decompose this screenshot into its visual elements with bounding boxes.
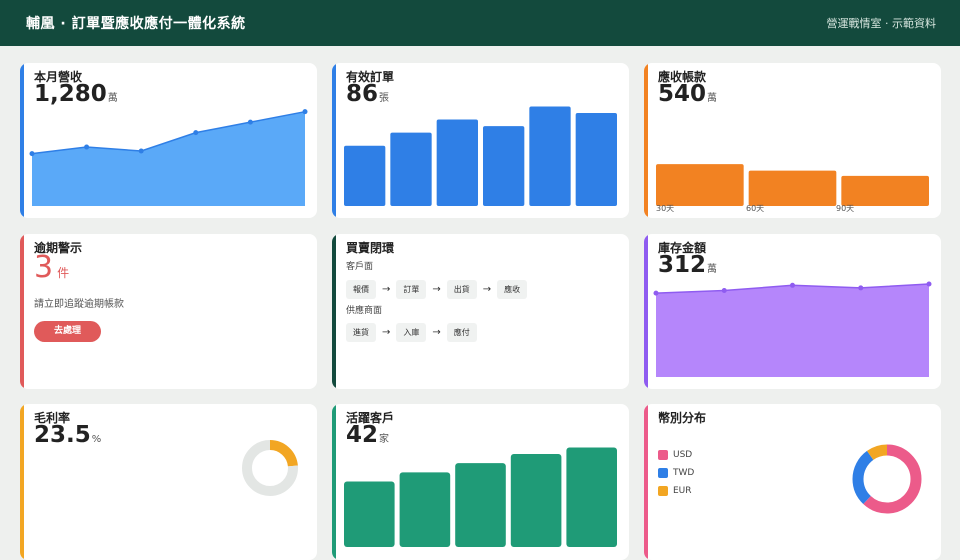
card-accent-bar [20, 234, 24, 389]
flow-step-payable: 應付 [446, 323, 477, 342]
supplier-flow-label: 供應商面 [346, 306, 383, 316]
bar [483, 126, 525, 206]
revenue-card: 本月營收 1,280萬 [20, 63, 317, 218]
card-title: 買賣閉環 [346, 241, 395, 255]
arrow-right-icon: → [432, 284, 441, 295]
flow-step-order: 訂單 [396, 280, 427, 299]
arrow-right-icon: → [382, 284, 391, 295]
bar [455, 463, 506, 547]
area-fill [656, 283, 929, 377]
revenue-trend-chart [29, 109, 308, 206]
currency-donut-chart [852, 444, 922, 514]
bar [436, 119, 478, 206]
orders-bar-chart [344, 106, 617, 206]
inventory-card: 庫存金額 312萬 [644, 234, 941, 389]
bar [510, 453, 562, 547]
data-point [858, 285, 864, 291]
data-point [247, 119, 253, 125]
customers-bar-chart [344, 447, 617, 547]
flow-step-stock-in: 入庫 [396, 323, 427, 342]
flow-step-quote: 報價 [346, 280, 376, 299]
data-point [29, 151, 35, 157]
arrow-right-icon: → [432, 327, 441, 338]
data-point [84, 144, 90, 150]
bar [344, 145, 386, 206]
data-point [138, 148, 144, 154]
data-point [721, 288, 727, 294]
flow-step-purchase: 進貨 [346, 323, 376, 342]
top-bar: 輔凰 · 訂單暨應收應付一體化系統 營運戰情室 · 示範資料 [0, 0, 960, 46]
data-point [926, 281, 932, 287]
bar [344, 481, 395, 547]
overdue-message: 請立即追蹤逾期帳款 [34, 299, 124, 310]
handle-overdue-button[interactable]: 去處理 [34, 321, 101, 342]
flow-step-receivable: 應收 [497, 280, 528, 299]
card-accent-bar [332, 234, 336, 389]
orders-card: 有效訂單 86張 [332, 63, 629, 218]
supplier-flow: 進貨 → 入庫 → 應付 [346, 323, 477, 342]
bar [748, 170, 837, 206]
bar [390, 132, 432, 206]
value-number: 3 [34, 250, 54, 285]
flow-step-ship: 出貨 [446, 280, 477, 299]
margin-gauge-chart [242, 440, 298, 496]
customer-flow-label: 客戶面 [346, 262, 374, 272]
bar [575, 112, 617, 206]
app-title: 輔凰 · 訂單暨應收應付一體化系統 [26, 16, 246, 32]
bar [566, 447, 617, 547]
data-point [653, 290, 659, 296]
margin-card: 毛利率 23.5% [20, 404, 317, 560]
bar [841, 175, 929, 206]
dashboard-subtitle: 營運戰情室 · 示範資料 [826, 17, 937, 30]
bar [529, 106, 571, 206]
data-point [790, 282, 795, 288]
currency-card: 幣別分布 USD TWD EUR [644, 404, 941, 560]
customers-card: 活躍客戶 42家 [332, 404, 629, 560]
inventory-trend-chart [653, 281, 932, 377]
ar-card: 應收帳款 540萬 30天 60天 90天 [644, 63, 941, 218]
aging-label-30: 30天 [656, 204, 675, 213]
overdue-count: 3件 [34, 250, 69, 285]
customer-flow: 報價 → 訂單 → 出貨 → 應收 [346, 280, 528, 299]
aging-label-90: 90天 [836, 204, 855, 213]
bar [399, 472, 451, 547]
arrow-right-icon: → [382, 327, 391, 338]
aging-label-60: 60天 [746, 204, 765, 213]
trade-loop-card: 買賣閉環 客戶面 報價 → 訂單 → 出貨 → 應收 供應商面 進貨 → 入庫 … [332, 234, 629, 389]
bar [656, 164, 744, 206]
ar-aging-chart [656, 164, 929, 206]
area-fill [32, 111, 305, 206]
overdue-card: 逾期警示 3件 請立即追蹤逾期帳款 去處理 [20, 234, 317, 389]
data-point [302, 109, 308, 115]
value-unit: 件 [57, 266, 70, 280]
arrow-right-icon: → [482, 284, 492, 295]
data-point [193, 130, 199, 136]
